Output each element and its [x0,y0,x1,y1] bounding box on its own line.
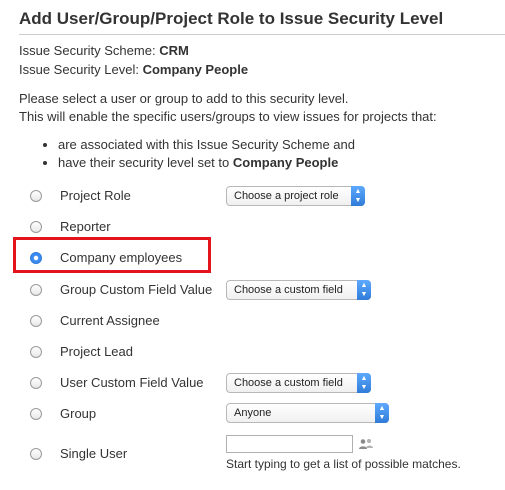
user-picker-icon[interactable] [358,438,374,450]
level-info: Issue Security Level: Company People [19,62,248,78]
description-line-1: Please select a user or group to add to … [19,91,349,106]
single-user-input[interactable] [226,435,353,453]
radio-single-user[interactable] [30,448,42,460]
project-role-select[interactable]: Choose a project role ▲ ▼ [226,186,365,206]
select-arrows-icon: ▲ ▼ [357,280,371,300]
option-label: Reporter [60,219,111,234]
title-divider [19,34,505,35]
group-select[interactable]: Anyone ▲ ▼ [226,403,389,423]
radio-project-role[interactable] [30,190,42,202]
option-label: Current Assignee [60,313,160,328]
description-line-2: This will enable the specific users/grou… [19,109,437,124]
page-title: Add User/Group/Project Role to Issue Sec… [19,9,444,28]
level-value: Company People [142,62,249,77]
option-current-assignee: Current Assignee [0,310,505,334]
select-arrows-icon: ▲ ▼ [375,403,389,423]
radio-user-custom-field[interactable] [30,377,42,389]
option-group-custom-field: Group Custom Field Value Choose a custom… [0,279,505,303]
highlight-box [13,237,211,273]
option-label: Group Custom Field Value [60,282,213,297]
option-project-role: Project Role Choose a project role ▲ ▼ [0,185,505,209]
scheme-info: Issue Security Scheme: CRM [19,43,189,59]
select-arrows-icon: ▲ ▼ [351,186,365,206]
radio-project-lead[interactable] [30,346,42,358]
radio-reporter[interactable] [30,221,42,233]
group-custom-field-select[interactable]: Choose a custom field ▲ ▼ [226,280,371,300]
option-user-custom-field: User Custom Field Value Choose a custom … [0,372,505,396]
radio-group-custom-field[interactable] [30,284,42,296]
option-label: Single User [60,446,128,461]
condition-item: have their security level set to Company… [58,154,355,172]
select-arrows-icon: ▲ ▼ [357,373,371,393]
level-label: Issue Security Level: [19,62,139,77]
condition-item: are associated with this Issue Security … [58,136,355,154]
radio-current-assignee[interactable] [30,315,42,327]
radio-group[interactable] [30,408,42,420]
single-user-hint: Start typing to get a list of possible m… [226,457,461,471]
option-label: Group [60,406,97,421]
scheme-label: Issue Security Scheme: [19,43,156,58]
user-custom-field-select[interactable]: Choose a custom field ▲ ▼ [226,373,371,393]
option-project-lead: Project Lead [0,341,505,365]
option-label: Project Role [60,188,131,203]
condition-list: are associated with this Issue Security … [38,136,355,172]
scheme-value: CRM [159,43,189,58]
option-label: User Custom Field Value [60,375,204,390]
option-label: Project Lead [60,344,133,359]
option-group: Group Anyone ▲ ▼ [0,403,505,427]
